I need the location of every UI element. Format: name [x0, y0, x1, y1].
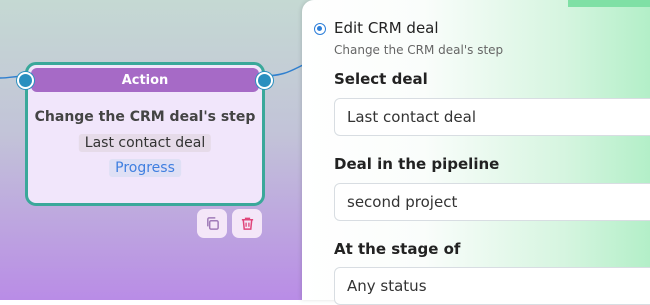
action-node[interactable]: Action Change the CRM deal's step Last c…	[17, 62, 273, 206]
stage-field[interactable]: Any status	[334, 267, 650, 305]
panel-title: Edit CRM deal	[334, 19, 439, 37]
node-deal-tag: Last contact deal	[78, 134, 212, 152]
select-deal-field[interactable]: Last contact deal	[334, 98, 650, 136]
selected-radio[interactable]	[314, 23, 326, 35]
duplicate-node-button[interactable]	[197, 209, 227, 238]
node-stage-tag: Progress	[109, 159, 181, 177]
delete-node-button[interactable]	[232, 209, 262, 238]
edit-deal-panel: Edit CRM deal Change the CRM deal's step…	[302, 0, 650, 305]
output-port[interactable]	[256, 72, 273, 89]
panel-subtitle: Change the CRM deal's step	[334, 43, 504, 57]
node-title: Change the CRM deal's step	[34, 109, 256, 125]
copy-icon	[206, 217, 219, 230]
pipeline-deal-label: Deal in the pipeline	[334, 155, 500, 173]
panel-accent-bar	[568, 0, 650, 7]
trash-icon	[241, 217, 253, 230]
pipeline-deal-field[interactable]: second project	[334, 183, 650, 221]
node-header: Action	[31, 68, 259, 92]
stage-label: At the stage of	[334, 240, 461, 258]
select-deal-label: Select deal	[334, 70, 428, 88]
input-port[interactable]	[17, 72, 34, 89]
